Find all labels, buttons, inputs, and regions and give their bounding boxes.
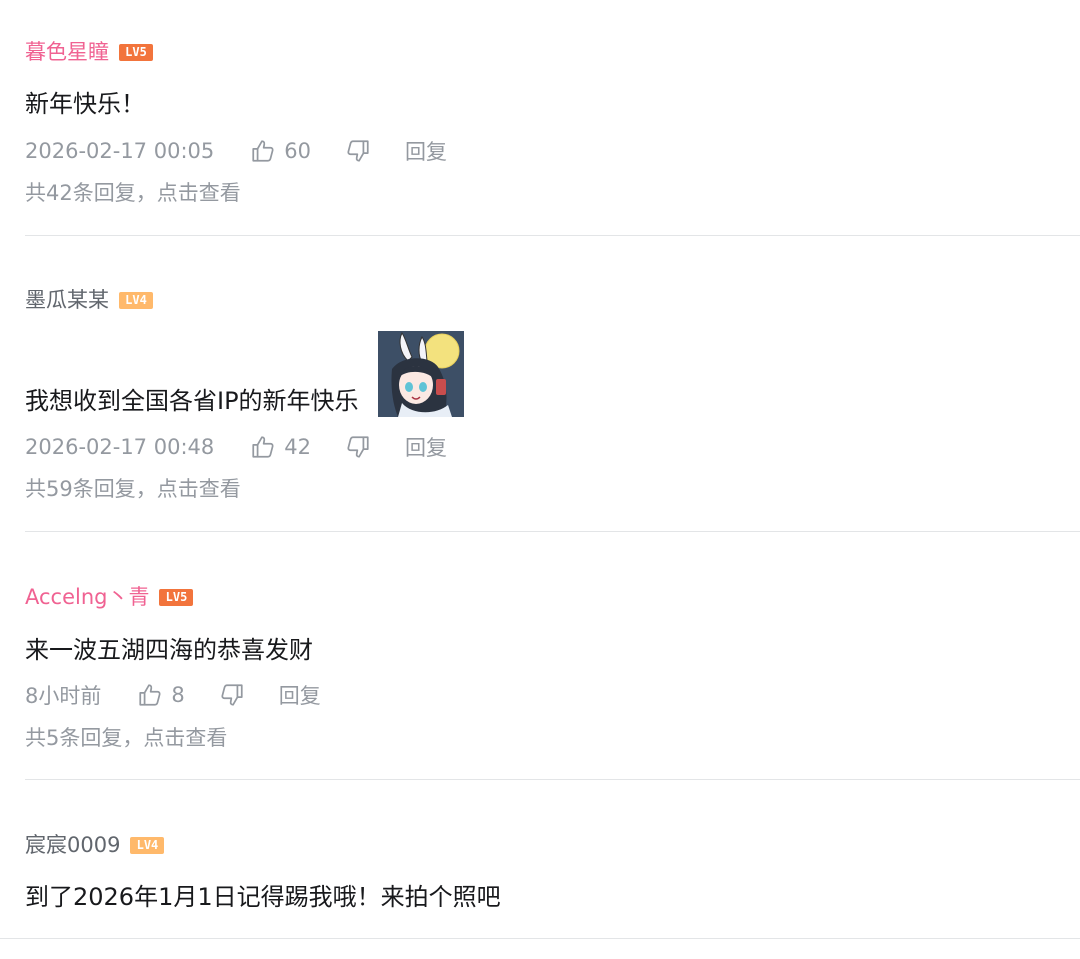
level-badge: LV4: [130, 836, 165, 854]
comment-text: 来一波五湖四海的恭喜发财: [25, 636, 313, 664]
comment-meta: 2026-02-17 00:48 42 回复: [25, 432, 447, 462]
username[interactable]: 暮色星瞳: [25, 37, 109, 67]
level-badge: LV5: [119, 43, 153, 61]
timestamp: 8小时前: [25, 684, 102, 708]
like-button[interactable]: 60: [250, 138, 311, 164]
comment-text: 到了2026年1月1日记得踢我哦！来拍个照吧: [25, 883, 501, 911]
comment-meta: 8小时前 8 回复: [25, 680, 321, 710]
divider: [25, 779, 1080, 780]
thumbs-up-icon: [250, 138, 276, 164]
comment-meta: 2026-02-17 00:05 60 回复: [25, 136, 447, 166]
comment-user-row: Accelng丶青 LV5: [25, 582, 194, 612]
dislike-button[interactable]: [345, 434, 371, 460]
timestamp: 2026-02-17 00:48: [25, 435, 215, 459]
like-button[interactable]: 8: [137, 682, 185, 708]
divider: [25, 235, 1080, 236]
divider: [25, 531, 1080, 532]
timestamp: 2026-02-17 00:05: [25, 139, 215, 163]
dislike-button[interactable]: [345, 138, 371, 164]
like-count: 8: [171, 683, 185, 707]
comment-user-row: 墨瓜某某 LV4: [25, 285, 153, 315]
comment-text: 我想收到全国各省IP的新年快乐: [25, 387, 359, 415]
thumbs-up-icon: [250, 434, 276, 460]
reply-button[interactable]: 回复: [405, 432, 447, 462]
level-badge: LV5: [159, 588, 194, 606]
thumbs-down-icon: [345, 434, 371, 460]
username[interactable]: 墨瓜某某: [25, 285, 109, 315]
like-count: 42: [284, 435, 311, 459]
like-button[interactable]: 42: [250, 434, 311, 460]
level-badge: LV4: [119, 291, 153, 309]
anime-bunny-girl-sticker[interactable]: [378, 331, 464, 417]
thumbs-down-icon: [345, 138, 371, 164]
username[interactable]: Accelng丶青: [25, 582, 149, 612]
comment-user-row: 暮色星瞳 LV5: [25, 37, 153, 67]
thumbs-down-icon: [219, 682, 245, 708]
reply-button[interactable]: 回复: [279, 680, 321, 710]
view-replies-link[interactable]: 共5条回复，点击查看: [25, 723, 227, 753]
reply-button[interactable]: 回复: [405, 136, 447, 166]
dislike-button[interactable]: [219, 682, 245, 708]
comment-text: 新年快乐！: [25, 90, 145, 118]
comment-user-row: 宸宸0009 LV4: [25, 830, 165, 860]
like-count: 60: [284, 139, 311, 163]
view-replies-link[interactable]: 共59条回复，点击查看: [25, 474, 241, 504]
username[interactable]: 宸宸0009: [25, 830, 120, 860]
view-replies-link[interactable]: 共42条回复，点击查看: [25, 178, 241, 208]
thumbs-up-icon: [137, 682, 163, 708]
divider: [0, 938, 1080, 939]
